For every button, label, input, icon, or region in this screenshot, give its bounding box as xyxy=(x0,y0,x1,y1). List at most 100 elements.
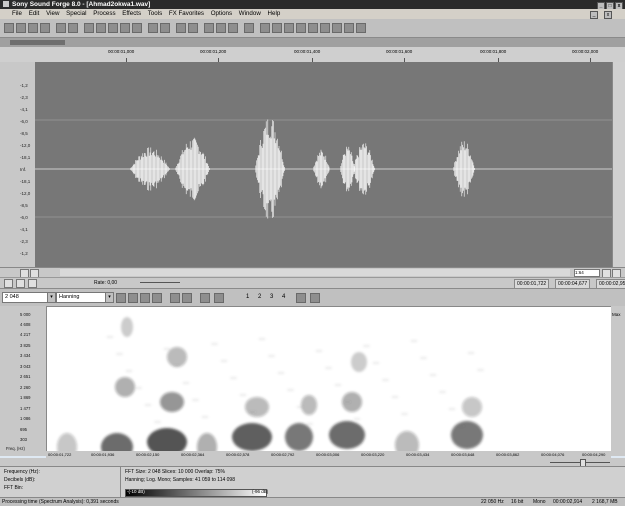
scroll-thumb[interactable] xyxy=(60,269,570,276)
edit-tool-icon[interactable] xyxy=(204,23,214,33)
copy-icon[interactable] xyxy=(96,23,106,33)
amplitude-label: Inf. xyxy=(20,167,27,172)
spectrogram-blob xyxy=(301,395,317,415)
spectrum-copy-icon[interactable] xyxy=(200,293,210,303)
time-label: 00:00:02,150 xyxy=(136,452,160,457)
freq-axis-title: Freq. (Hz) xyxy=(6,446,25,451)
time-label: 00:00:03,648 xyxy=(451,452,475,457)
magnify-tool-icon[interactable] xyxy=(216,23,226,33)
freq-label: 3 043 xyxy=(20,364,31,369)
cut-icon[interactable] xyxy=(84,23,94,33)
spectrogram-display[interactable] xyxy=(46,306,613,461)
save-icon[interactable] xyxy=(28,23,38,33)
transport-play-icon[interactable] xyxy=(4,279,13,288)
fft-size-dropdown[interactable]: 2 048 ▾ xyxy=(2,292,56,303)
play-icon[interactable] xyxy=(148,23,158,33)
spectrum-refresh-icon[interactable] xyxy=(116,293,126,303)
stop-icon[interactable] xyxy=(160,23,170,33)
normalize-icon[interactable] xyxy=(344,23,354,33)
doc-minimize-icon[interactable]: _ xyxy=(590,11,598,19)
spectrum-graph-icon[interactable] xyxy=(140,293,150,303)
snapshot-4[interactable]: 4 xyxy=(282,294,285,300)
time-label: 00:00:04,076 xyxy=(541,452,565,457)
time-label: 00:00:01,936 xyxy=(91,452,115,457)
ruler-label: 00:00:01,000 xyxy=(108,49,135,54)
menu-help[interactable]: Help xyxy=(268,10,281,17)
snapshot-1[interactable]: 1 xyxy=(246,294,249,300)
time-label: 00:00:02,364 xyxy=(181,452,205,457)
menu-fx-favorites[interactable]: FX Favorites xyxy=(169,10,204,17)
snapshot-2[interactable]: 2 xyxy=(258,294,261,300)
amplitude-label: -8,5 xyxy=(20,131,28,136)
level-overview[interactable] xyxy=(10,40,65,45)
chevron-down-icon: ▾ xyxy=(47,293,55,302)
marker-icon[interactable] xyxy=(296,23,306,33)
transport-loop-icon[interactable] xyxy=(16,279,25,288)
menu-window[interactable]: Window xyxy=(239,10,261,17)
envelope-icon[interactable] xyxy=(284,23,294,33)
menu-effects[interactable]: Effects xyxy=(122,10,141,17)
new-icon[interactable] xyxy=(4,23,14,33)
menu-options[interactable]: Options xyxy=(211,10,232,17)
fx-icon[interactable] xyxy=(272,23,282,33)
reverse-icon[interactable] xyxy=(356,23,366,33)
spectrogram-blob xyxy=(197,433,217,461)
freq-label: 4 608 xyxy=(20,322,31,327)
mix-icon[interactable] xyxy=(120,23,130,33)
loop-icon[interactable] xyxy=(260,23,270,33)
paste-icon[interactable] xyxy=(108,23,118,33)
time-label: 00:00:03,862 xyxy=(496,452,520,457)
spectrum-help-icon[interactable] xyxy=(310,293,320,303)
spectrum-zoom-icon[interactable] xyxy=(170,293,180,303)
max-label: Max xyxy=(612,312,621,317)
doc-close-icon[interactable]: x xyxy=(604,11,612,19)
time-label: 00:00:04,290 xyxy=(582,452,606,457)
spectrogram-blob xyxy=(351,352,367,372)
pencil-tool-icon[interactable] xyxy=(228,23,238,33)
next-icon[interactable] xyxy=(188,23,198,33)
fade-out-icon[interactable] xyxy=(332,23,342,33)
spectrum-settings-icon[interactable] xyxy=(128,293,138,303)
waveform-display[interactable] xyxy=(35,62,623,267)
snapshot-3[interactable]: 3 xyxy=(270,294,273,300)
window-dropdown[interactable]: Hanning ▾ xyxy=(56,292,114,303)
open-icon[interactable] xyxy=(16,23,26,33)
region-icon[interactable] xyxy=(308,23,318,33)
spectrum-snapshot-icon[interactable] xyxy=(214,293,224,303)
menu-process[interactable]: Process xyxy=(93,10,115,17)
spectrum-sonogram-icon[interactable] xyxy=(152,293,162,303)
freq-label: 1 477 xyxy=(20,406,31,411)
undo-icon[interactable] xyxy=(56,23,66,33)
redo-icon[interactable] xyxy=(68,23,78,33)
spectrum-view-icon[interactable] xyxy=(182,293,192,303)
fade-in-icon[interactable] xyxy=(320,23,330,33)
fft-info-line1: FFT Size: 2 048 Slices: 10 000 Overlap: … xyxy=(125,469,225,475)
time-label: 00:00:03,006 xyxy=(316,452,340,457)
spectrogram-blob xyxy=(101,433,133,461)
freq-label: 303 xyxy=(20,437,27,442)
freq-label: 3 825 xyxy=(20,343,31,348)
amplitude-label: -18,1 xyxy=(20,155,31,160)
title-bar: Sony Sound Forge 8.0 - [Ahmad2okwa1.wav]… xyxy=(0,0,625,10)
prev-icon[interactable] xyxy=(176,23,186,33)
menu-tools[interactable]: Tools xyxy=(148,10,162,17)
transport-stop-icon[interactable] xyxy=(28,279,37,288)
spectrum-options-icon[interactable] xyxy=(296,293,306,303)
menu-edit[interactable]: Edit xyxy=(29,10,40,17)
color-scale-bar xyxy=(125,489,267,497)
spectrum-toolbar: 2 048 ▾ Hanning ▾ 1 2 3 4 xyxy=(0,288,625,306)
menu-file[interactable]: File xyxy=(12,10,22,17)
menu-special[interactable]: Special xyxy=(66,10,86,17)
time-ruler[interactable]: 00:00:01,000 00:00:01,200 00:00:01,400 0… xyxy=(0,47,625,63)
record-icon[interactable] xyxy=(244,23,254,33)
waveform-burst xyxy=(340,146,355,192)
rate-slider[interactable] xyxy=(140,282,180,283)
menu-view[interactable]: View xyxy=(46,10,59,17)
spectrogram-blob xyxy=(232,423,272,451)
amplitude-scale: -1,2 -2,3 -4,1 -6,0 -8,5 -12,0 -18,1 Inf… xyxy=(0,62,36,267)
zoom-level[interactable]: 1:64 xyxy=(574,269,600,277)
save-as-icon[interactable] xyxy=(40,23,50,33)
frequency-readout: Frequency (Hz): xyxy=(4,469,40,475)
horizontal-scrollbar[interactable]: 1:64 xyxy=(0,267,625,278)
trim-icon[interactable] xyxy=(132,23,142,33)
